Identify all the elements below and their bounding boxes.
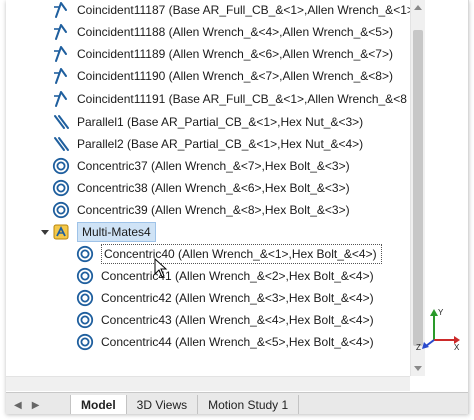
mouse-cursor-icon: [154, 258, 168, 278]
scrollbar-thumb[interactable]: [413, 30, 423, 346]
tab-scroll-right-icon[interactable]: ▶: [32, 400, 40, 411]
triad-y-label: Y: [438, 308, 444, 317]
tab-scroll-arrows[interactable]: ◀ ▶: [6, 395, 70, 414]
axis-triad-icon: Y X Z: [416, 306, 462, 352]
tree-item-label: Concentric41 (Allen Wrench_&<2>,Hex Bolt…: [101, 269, 374, 283]
tree-item-label: Concentric42 (Allen Wrench_&<3>,Hex Bolt…: [101, 291, 374, 305]
tree-item-coincident11190[interactable]: Coincident11190 (Allen Wrench_&<7>,Allen…: [52, 64, 393, 88]
mates-tree: Coincident11187 (Base AR_Full_CB_&<1>,Al…: [6, 0, 410, 376]
tree-item-concentric38[interactable]: Concentric38 (Allen Wrench_&<6>,Hex Bolt…: [52, 176, 350, 200]
triad-x-label: X: [454, 343, 460, 352]
coincident-icon: [52, 45, 70, 63]
tree-item-parallel1[interactable]: Parallel1 (Base AR_Partial_CB_&<1>,Hex N…: [52, 110, 363, 134]
feature-manager-panel: Coincident11187 (Base AR_Full_CB_&<1>,Al…: [6, 0, 469, 414]
tree-item-concentric43[interactable]: Concentric43 (Allen Wrench_&<4>,Hex Bolt…: [76, 308, 374, 332]
tree-item-label: Concentric43 (Allen Wrench_&<4>,Hex Bolt…: [101, 313, 374, 327]
tree-item-label: Parallel2 (Base AR_Partial_CB_&<1>,Hex N…: [77, 137, 364, 151]
concentric-icon: [76, 311, 94, 329]
tree-item-concentric40[interactable]: Concentric40 (Allen Wrench_&<1>,Hex Bolt…: [76, 242, 382, 266]
tree-group-label: Multi-Mates4: [77, 222, 156, 242]
tab-3d-views[interactable]: 3D Views: [127, 395, 199, 414]
tree-item-label: Concentric38 (Allen Wrench_&<6>,Hex Bolt…: [77, 181, 350, 195]
tree-item-parallel2[interactable]: Parallel2 (Base AR_Partial_CB_&<1>,Hex N…: [52, 132, 363, 156]
concentric-icon: [76, 333, 94, 351]
tab-scroll-left-icon[interactable]: ◀: [14, 400, 22, 411]
concentric-icon: [76, 267, 94, 285]
coincident-icon: [52, 67, 70, 85]
collapse-toggle-icon[interactable]: [40, 227, 50, 237]
tree-item-concentric41[interactable]: Concentric41 (Allen Wrench_&<2>,Hex Bolt…: [76, 264, 374, 288]
tree-item-label: Coincident11190 (Allen Wrench_&<7>,Allen…: [77, 69, 393, 83]
tree-item-concentric37[interactable]: Concentric37 (Allen Wrench_&<7>,Hex Bolt…: [52, 154, 350, 178]
bottom-tab-bar: ◀ ▶ Model 3D Views Motion Study 1: [6, 392, 468, 414]
tree-item-label: Concentric37 (Allen Wrench_&<7>,Hex Bolt…: [77, 159, 350, 173]
tree-item-label: Concentric39 (Allen Wrench_&<8>,Hex Bolt…: [77, 203, 350, 217]
parallel-icon: [52, 135, 70, 153]
tree-item-label: Concentric44 (Allen Wrench_&<5>,Hex Bolt…: [101, 335, 374, 349]
multimate-icon: [52, 223, 70, 241]
tree-item-coincident11189[interactable]: Coincident11189 (Allen Wrench_&<6>,Allen…: [52, 42, 393, 66]
tree-item-label: Parallel1 (Base AR_Partial_CB_&<1>,Hex N…: [77, 115, 364, 129]
tree-item-label: Coincident11189 (Allen Wrench_&<6>,Allen…: [77, 47, 393, 61]
parallel-icon: [52, 113, 70, 131]
concentric-icon: [52, 157, 70, 175]
triad-z-label: Z: [416, 343, 421, 352]
tree-item-label: Coincident11187 (Base AR_Full_CB_&<1>,Al…: [77, 3, 410, 17]
coincident-icon: [52, 23, 70, 41]
tree-group-multi-mates4[interactable]: Multi-Mates4: [52, 220, 156, 244]
tree-item-coincident11191[interactable]: Coincident11191 (Base AR_Full_CB_&<1>,Al…: [52, 87, 407, 111]
concentric-icon: [52, 201, 70, 219]
tree-item-coincident11187[interactable]: Coincident11187 (Base AR_Full_CB_&<1>,Al…: [52, 0, 410, 22]
coincident-icon: [52, 90, 70, 108]
scroll-down-icon[interactable]: [411, 362, 425, 376]
tree-item-label: Concentric40 (Allen Wrench_&<1>,Hex Bolt…: [101, 244, 382, 264]
tree-item-concentric44[interactable]: Concentric44 (Allen Wrench_&<5>,Hex Bolt…: [76, 330, 374, 354]
tree-item-label: Coincident11188 (Allen Wrench_&<4>,Allen…: [77, 25, 393, 39]
tree-item-concentric39[interactable]: Concentric39 (Allen Wrench_&<8>,Hex Bolt…: [52, 198, 350, 222]
coincident-icon: [52, 1, 70, 19]
tab-motion-study-1[interactable]: Motion Study 1: [198, 395, 300, 414]
concentric-icon: [52, 179, 70, 197]
tree-item-concentric42[interactable]: Concentric42 (Allen Wrench_&<3>,Hex Bolt…: [76, 286, 374, 310]
horizontal-scrollbar[interactable]: [6, 376, 410, 391]
concentric-icon: [76, 245, 94, 263]
concentric-icon: [76, 289, 94, 307]
scroll-up-icon[interactable]: [411, 0, 425, 14]
tree-item-label: Coincident11191 (Base AR_Full_CB_&<1>,Al…: [77, 92, 407, 106]
tab-model[interactable]: Model: [70, 395, 127, 414]
tree-item-coincident11188[interactable]: Coincident11188 (Allen Wrench_&<4>,Allen…: [52, 20, 393, 44]
